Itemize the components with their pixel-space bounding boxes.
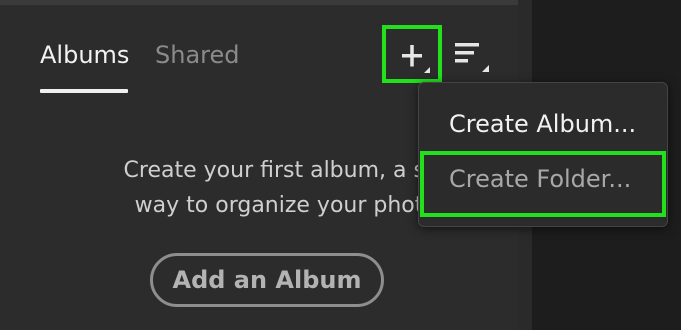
sort-button[interactable] (452, 38, 496, 78)
panel-top-border (0, 0, 518, 5)
create-menu: Create Album... Create Folder... (418, 82, 668, 227)
sort-icon (455, 43, 489, 72)
add-album-button[interactable]: Add an Album (150, 253, 384, 307)
active-tab-indicator (40, 89, 128, 93)
albums-screen: Albums Shared Create your first album, a… (0, 0, 681, 330)
add-button[interactable] (382, 25, 442, 83)
menu-item-create-folder[interactable]: Create Folder... (449, 163, 631, 195)
tab-albums[interactable]: Albums (40, 40, 129, 70)
plus-icon (402, 45, 430, 73)
tab-shared[interactable]: Shared (155, 40, 240, 70)
menu-item-create-album[interactable]: Create Album... (449, 108, 636, 140)
